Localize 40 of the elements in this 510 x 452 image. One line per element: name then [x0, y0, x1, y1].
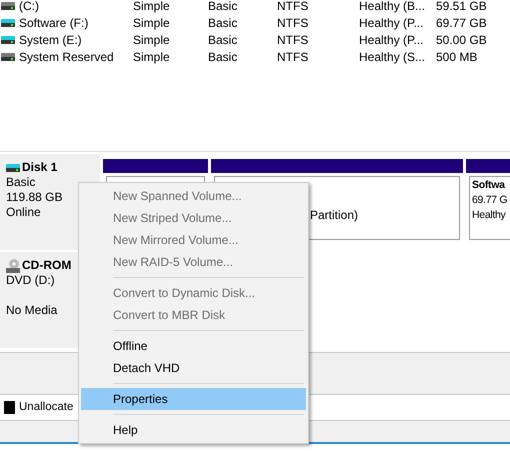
table-cell-text: 59.51 GB	[436, 0, 488, 14]
disk-name: CD-ROM	[22, 258, 72, 273]
partition-header-bar	[466, 159, 510, 173]
menu-item[interactable]: Offline	[81, 335, 306, 357]
table-cell-text: Healthy (P...	[359, 32, 424, 48]
table-cell-text: Healthy (S...	[359, 48, 426, 66]
menu-item[interactable]: Properties	[81, 388, 306, 410]
table-cell-text: Healthy (P...	[359, 14, 424, 32]
drive-icon	[6, 164, 20, 172]
disk-info: Online	[6, 205, 42, 220]
disk-info: Basic	[6, 175, 36, 190]
table-cell-text: NTFS	[277, 0, 310, 14]
table-cell-text: 500 MB	[436, 48, 478, 66]
table-cell-text: Basic	[208, 32, 238, 48]
disk-name: Disk 1	[22, 160, 58, 175]
table-cell-text: NTFS	[277, 48, 310, 66]
legend-label: Unallocate	[19, 400, 74, 415]
table-cell-text: Simple	[133, 14, 171, 32]
volume-name[interactable]: Software (F:)	[19, 14, 88, 32]
table-cell-text: Simple	[133, 0, 171, 14]
table-cell-text: Healthy (B...	[359, 0, 426, 14]
disk-info: 119.88 GB	[6, 190, 64, 205]
partition-info: Healthy	[472, 208, 507, 223]
table-cell-text: NTFS	[277, 32, 310, 48]
table-cell-text: Basic	[208, 48, 238, 66]
table-cell-text: Simple	[133, 32, 171, 48]
disk-info: DVD (D:)	[6, 273, 56, 288]
volume-name[interactable]: System (E:)	[19, 30, 82, 48]
table-cell-text: Simple	[133, 48, 171, 66]
table-cell-text: 69.77 GB	[436, 14, 488, 32]
cd-drive-icon	[6, 258, 20, 272]
table-cell-text: NTFS	[277, 14, 310, 32]
table-cell-text: Basic	[208, 0, 238, 14]
volume-name[interactable]: System Reserved	[19, 48, 114, 66]
table-cell-text: Basic	[208, 14, 238, 32]
disk-info: No Media	[6, 303, 58, 318]
partition-title: Softwa	[472, 178, 506, 193]
table-cell-text: 50.00 GB	[436, 32, 488, 48]
partition-info: 69.77 G	[472, 193, 508, 208]
volume-name[interactable]: (C:)	[19, 0, 39, 14]
